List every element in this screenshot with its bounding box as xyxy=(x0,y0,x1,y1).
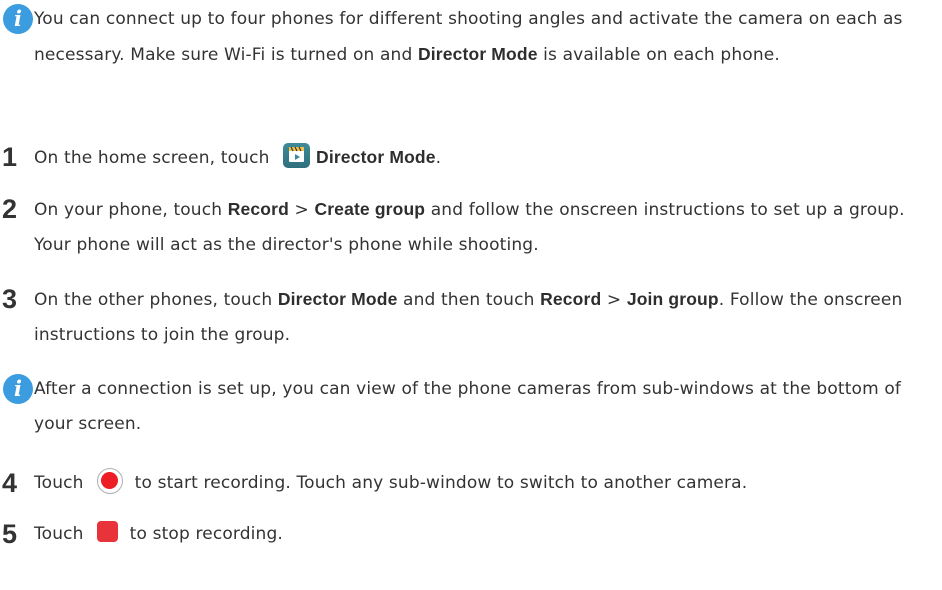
bold-term: Record xyxy=(227,199,289,219)
step-text: On the other phones, touch xyxy=(34,290,278,310)
step-text: and then touch xyxy=(397,290,541,310)
separator: > xyxy=(288,200,315,220)
step-text: to start recording. Touch any sub-window… xyxy=(129,473,748,493)
step-text: to stop recording. xyxy=(124,524,283,544)
step-text: Touch xyxy=(34,524,90,544)
director-mode-app-icon xyxy=(283,143,311,168)
step-number: 4 xyxy=(2,468,18,498)
note-text: After a connection is set up, you can vi… xyxy=(34,379,902,434)
note-paragraph: After a connection is set up, you can vi… xyxy=(34,372,934,442)
bold-term: Record xyxy=(540,289,602,309)
step-text: On your phone, touch xyxy=(34,200,228,220)
step-text: On the home screen, touch xyxy=(34,148,276,168)
note-paragraph: You can connect up to four phones for di… xyxy=(34,2,934,73)
bold-term: Director Mode xyxy=(277,289,398,309)
stop-button-icon xyxy=(97,521,119,542)
step-number: 5 xyxy=(2,519,18,549)
step-number: 1 xyxy=(2,142,18,172)
step-paragraph: On the home screen, touch Director Mode. xyxy=(34,140,934,176)
separator: > xyxy=(601,290,627,310)
step-paragraph: On your phone, touch Record > Create gro… xyxy=(34,192,934,263)
bold-term: Create group xyxy=(314,199,426,219)
step-text: . xyxy=(435,148,442,168)
bold-term: Join group xyxy=(626,289,719,309)
info-icon: i xyxy=(3,374,33,404)
step-paragraph: Touch to start recording. Touch any sub-… xyxy=(34,466,934,501)
step-number: 2 xyxy=(2,194,18,224)
step-number: 3 xyxy=(2,284,18,314)
step-text: Touch xyxy=(34,473,90,493)
note-text: is available on each phone. xyxy=(537,45,780,65)
info-icon: i xyxy=(3,4,33,34)
step-paragraph: On the other phones, touch Director Mode… xyxy=(34,282,934,353)
record-button-icon xyxy=(97,468,124,494)
step-paragraph: Touch to stop recording. xyxy=(34,517,934,552)
bold-term: Director Mode xyxy=(316,147,436,167)
bold-term: Director Mode xyxy=(417,44,538,64)
